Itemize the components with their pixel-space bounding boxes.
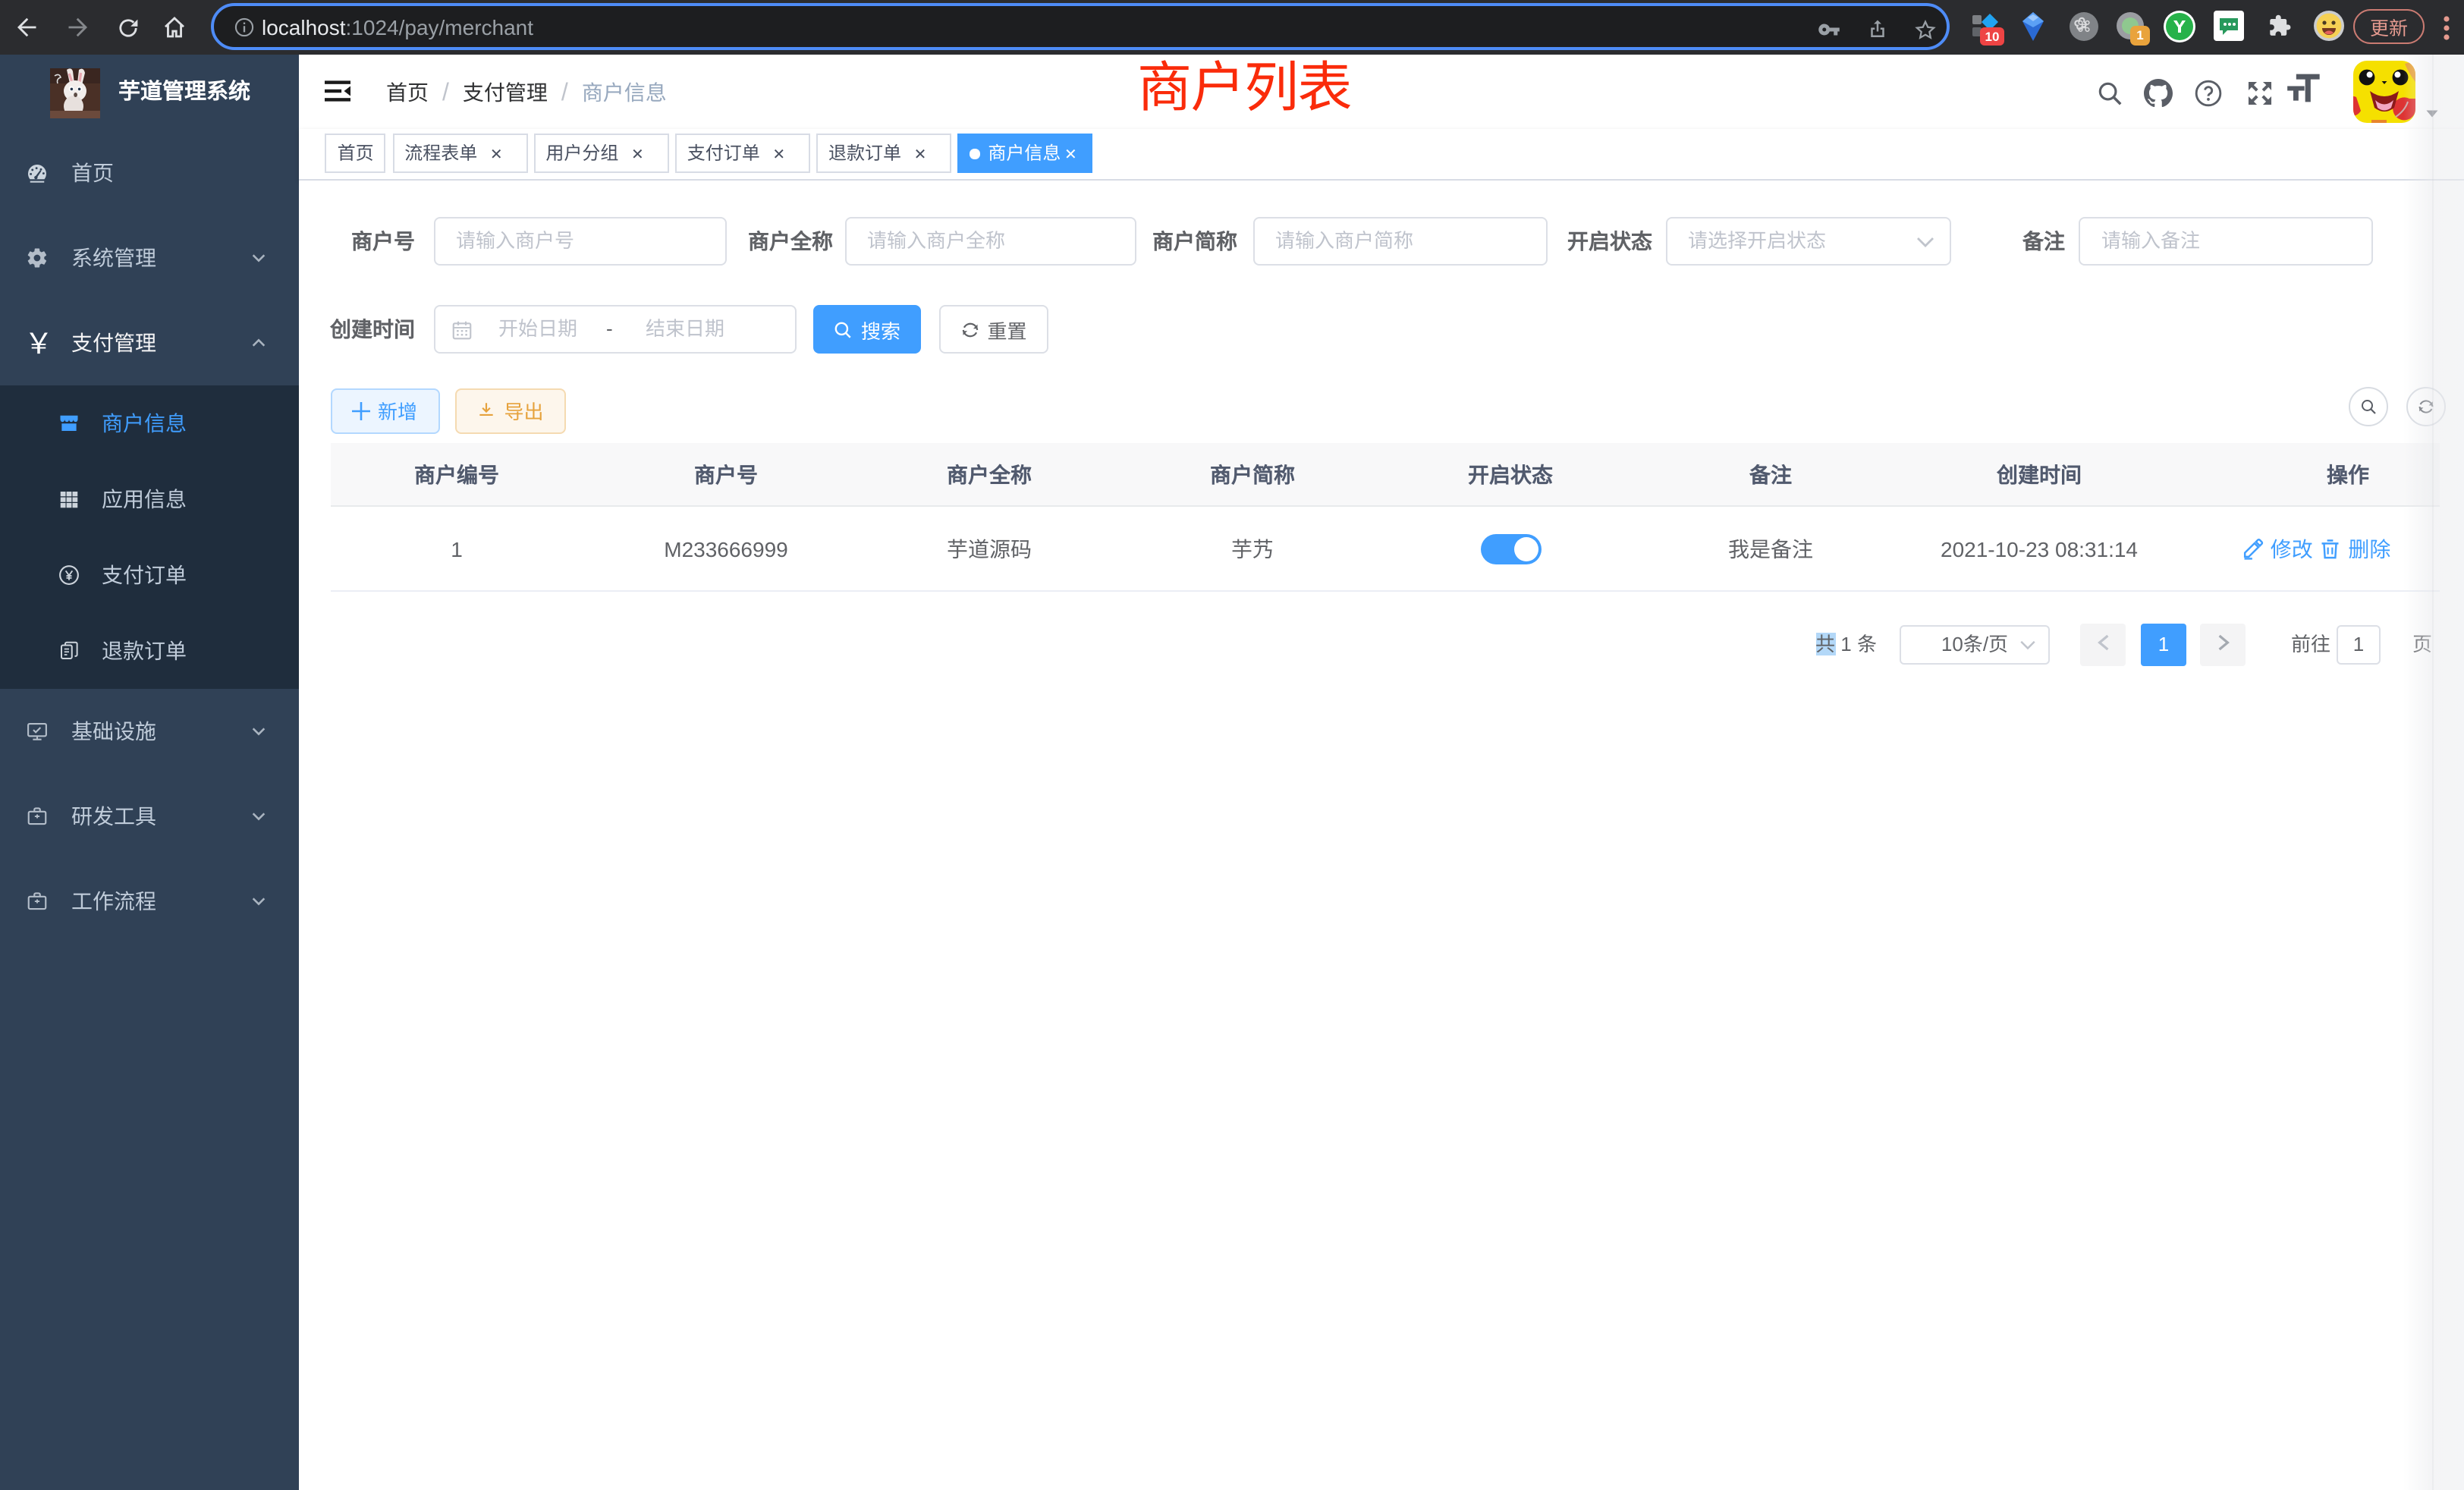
svg-text:⌘: ⌘	[2076, 19, 2092, 36]
